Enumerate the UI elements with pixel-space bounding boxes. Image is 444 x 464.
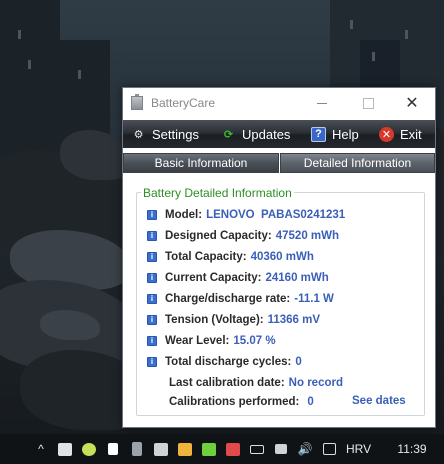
leaf-icon bbox=[82, 442, 96, 456]
tray-app-icon-7[interactable] bbox=[200, 434, 218, 464]
tray-app-icon-8[interactable] bbox=[224, 434, 242, 464]
taskbar: ^ 🔊 HRV 11:39 bbox=[0, 434, 444, 464]
refresh-icon: ⟳ bbox=[223, 128, 234, 141]
display-icon bbox=[154, 442, 168, 456]
speaker-icon: 🔊 bbox=[297, 442, 313, 456]
battery-status-icon[interactable] bbox=[248, 434, 266, 464]
detail-label: Wear Level: bbox=[165, 335, 230, 347]
info-icon: i bbox=[147, 273, 157, 283]
detail-label: Calibrations performed: bbox=[169, 396, 300, 408]
see-dates-link[interactable]: See dates bbox=[352, 395, 406, 407]
detail-label: Designed Capacity: bbox=[165, 230, 272, 242]
language-indicator[interactable]: HRV bbox=[346, 434, 371, 464]
tray-app-icon-1[interactable] bbox=[56, 434, 74, 464]
help-label: Help bbox=[332, 126, 359, 142]
exit-icon: ✕ bbox=[379, 126, 394, 142]
battery-app-icon bbox=[131, 94, 143, 110]
detail-value: 24160 mWh bbox=[265, 272, 329, 284]
group-title: Battery Detailed Information bbox=[141, 186, 294, 200]
detail-row-voltage: i Tension (Voltage): 11366 mV bbox=[147, 311, 320, 329]
exit-label: Exit bbox=[400, 126, 422, 142]
detail-row-calibrations-performed: Calibrations performed: 0 bbox=[169, 393, 314, 411]
tray-app-icon-5[interactable] bbox=[152, 434, 170, 464]
updates-button[interactable]: ⟳ Updates bbox=[221, 120, 291, 148]
dropbox-icon bbox=[108, 443, 118, 455]
volume-icon-button[interactable]: 🔊 bbox=[296, 434, 314, 464]
info-icon: i bbox=[147, 357, 157, 367]
tab-strip: Basic Information Detailed Information bbox=[123, 153, 435, 175]
green-app-icon bbox=[202, 442, 216, 456]
detail-value: 0 bbox=[295, 356, 302, 368]
updates-label: Updates bbox=[242, 126, 291, 142]
battery-care-tray-icon bbox=[132, 442, 142, 456]
detail-label: Current Capacity: bbox=[165, 272, 262, 284]
batterycare-window: BatteryCare ✕ ⚙ Settings ⟳ Updates ? Hel… bbox=[122, 87, 436, 428]
detail-value: 0 bbox=[307, 396, 314, 408]
k-app-icon bbox=[178, 442, 192, 456]
detail-value: LENOVO PABAS0241231 bbox=[206, 209, 346, 221]
tray-app-icon-3[interactable] bbox=[104, 434, 122, 464]
tray-app-icon-4[interactable] bbox=[128, 434, 146, 464]
detail-value: -11.1 W bbox=[294, 293, 334, 305]
info-icon: i bbox=[147, 336, 157, 346]
detail-row-total-capacity: i Total Capacity: 40360 mWh bbox=[147, 248, 314, 266]
detail-row-wear-level: i Wear Level: 15.07 % bbox=[147, 332, 276, 350]
detail-value: 40360 mWh bbox=[250, 251, 314, 263]
detail-row-designed-capacity: i Designed Capacity: 47520 mWh bbox=[147, 227, 339, 245]
tab-detailed-information[interactable]: Detailed Information bbox=[280, 153, 435, 173]
detail-label: Last calibration date: bbox=[169, 377, 285, 389]
detail-label: Tension (Voltage): bbox=[165, 314, 264, 326]
settings-button[interactable]: ⚙ Settings bbox=[131, 120, 199, 148]
notifications-button[interactable] bbox=[320, 434, 338, 464]
gear-icon: ⚙ bbox=[133, 128, 144, 141]
exit-button[interactable]: ✕ Exit bbox=[379, 120, 422, 148]
window-title: BatteryCare bbox=[151, 96, 216, 110]
detail-value: 11366 mV bbox=[267, 314, 321, 326]
network-icon-button[interactable] bbox=[272, 434, 290, 464]
tray-app-icon-2[interactable] bbox=[80, 434, 98, 464]
detail-row-last-calibration: Last calibration date: No record bbox=[169, 374, 343, 392]
info-icon: i bbox=[147, 210, 157, 220]
toolbar: ⚙ Settings ⟳ Updates ? Help ✕ Exit bbox=[123, 120, 435, 148]
detail-label: Charge/discharge rate: bbox=[165, 293, 291, 305]
minimize-button[interactable] bbox=[299, 88, 345, 118]
red-app-icon bbox=[226, 442, 240, 456]
info-icon: i bbox=[147, 231, 157, 241]
detail-value: No record bbox=[288, 377, 343, 389]
help-button[interactable]: ? Help bbox=[311, 120, 359, 148]
battery-icon bbox=[250, 444, 264, 454]
maximize-button[interactable] bbox=[345, 88, 391, 118]
detail-label: Total Capacity: bbox=[165, 251, 247, 263]
info-icon: i bbox=[147, 315, 157, 325]
show-hidden-icons-chevron[interactable]: ^ bbox=[34, 434, 48, 464]
tab-basic-information[interactable]: Basic Information bbox=[123, 153, 279, 173]
close-icon: ✕ bbox=[405, 95, 419, 112]
detail-row-charge-rate: i Charge/discharge rate: -11.1 W bbox=[147, 290, 334, 308]
detailed-information-panel: Battery Detailed Information i Model: LE… bbox=[123, 178, 435, 427]
clock[interactable]: 11:39 bbox=[392, 434, 432, 464]
detail-label: Model: bbox=[165, 209, 203, 221]
close-button[interactable]: ✕ bbox=[389, 88, 435, 118]
network-icon bbox=[275, 444, 287, 454]
info-icon: i bbox=[147, 294, 157, 304]
message-icon bbox=[322, 443, 336, 455]
settings-label: Settings bbox=[152, 126, 199, 142]
detail-row-model: i Model: LENOVO PABAS0241231 bbox=[147, 206, 345, 224]
laptop-icon bbox=[58, 442, 72, 456]
tray-app-icon-6[interactable] bbox=[176, 434, 194, 464]
help-icon: ? bbox=[311, 126, 326, 142]
detail-row-discharge-cycles: i Total discharge cycles: 0 bbox=[147, 353, 302, 371]
detail-value: 15.07 % bbox=[233, 335, 276, 347]
detail-row-current-capacity: i Current Capacity: 24160 mWh bbox=[147, 269, 329, 287]
info-icon: i bbox=[147, 252, 157, 262]
detail-value: 47520 mWh bbox=[275, 230, 340, 242]
title-bar[interactable]: BatteryCare ✕ bbox=[123, 88, 435, 118]
detail-label: Total discharge cycles: bbox=[165, 356, 292, 368]
